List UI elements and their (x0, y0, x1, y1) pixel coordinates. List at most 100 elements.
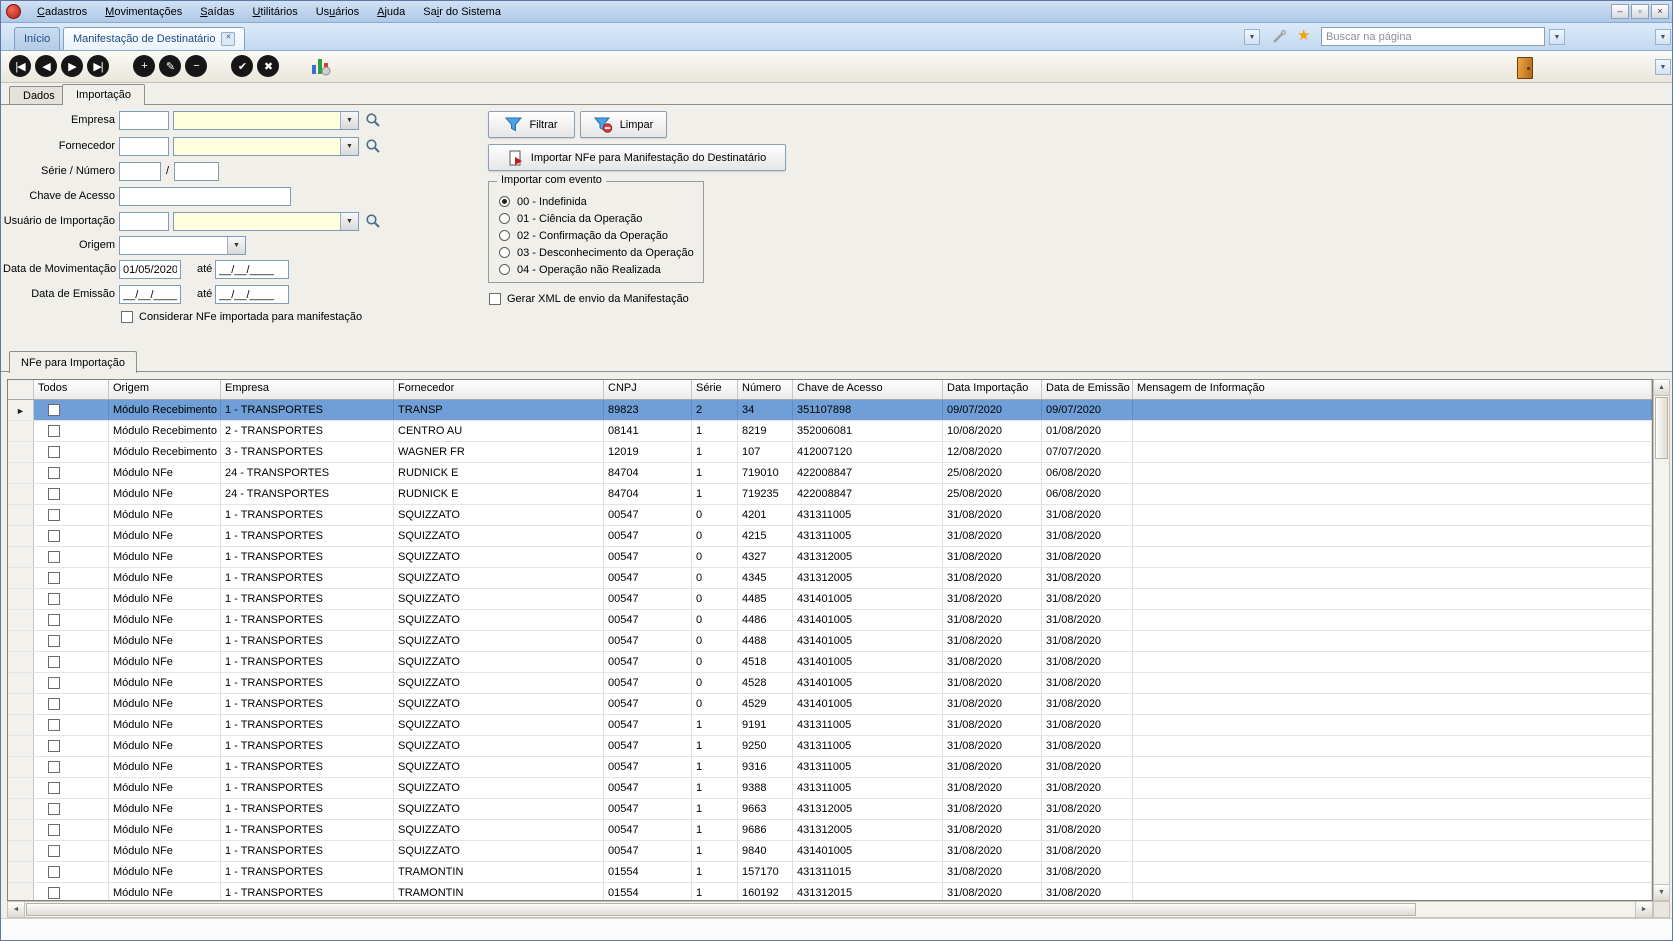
data-emissao-fim-input[interactable] (215, 285, 289, 304)
wand-icon[interactable] (1271, 29, 1287, 45)
menu-item-sair-do-sistema[interactable]: Sair do Sistema (414, 4, 510, 20)
scroll-right-button[interactable]: ► (1635, 902, 1652, 917)
table-row[interactable]: Módulo NFe1 - TRANSPORTESSQUIZZATO005470… (8, 526, 1652, 547)
evento-option-02-confirmacao-da-operacao[interactable]: 02 - Confirmação da Operação (489, 227, 703, 244)
table-row[interactable]: Módulo NFe24 - TRANSPORTESRUDNICK E84704… (8, 484, 1652, 505)
row-checkbox[interactable] (48, 425, 60, 437)
row-checkbox[interactable] (48, 530, 60, 542)
empresa-search-icon[interactable] (365, 112, 381, 128)
scroll-down-button[interactable]: ▼ (1654, 884, 1669, 900)
row-checkbox[interactable] (48, 677, 60, 689)
row-checkbox[interactable] (48, 635, 60, 647)
fornecedor-search-icon[interactable] (365, 138, 381, 154)
row-checkbox[interactable] (48, 572, 60, 584)
table-row[interactable]: Módulo NFe1 - TRANSPORTESSQUIZZATO005471… (8, 778, 1652, 799)
row-checkbox[interactable] (48, 740, 60, 752)
importar-nfe-button[interactable]: Importar NFe para Manifestação do Destin… (488, 144, 786, 171)
evento-option-01-ciencia-da-operacao[interactable]: 01 - Ciência da Operação (489, 210, 703, 227)
chevron-down-icon[interactable]: ▼ (340, 112, 358, 129)
next-record-button[interactable]: ▶ (61, 55, 83, 77)
data-emissao-inicio-input[interactable] (119, 285, 181, 304)
table-row[interactable]: Módulo NFe1 - TRANSPORTESSQUIZZATO005470… (8, 652, 1652, 673)
data-movimentacao-inicio-input[interactable] (119, 260, 181, 279)
evento-option-00-indefinida[interactable]: 00 - Indefinida (489, 193, 703, 210)
table-row[interactable]: Módulo NFe1 - TRANSPORTESSQUIZZATO005471… (8, 715, 1652, 736)
tab-dados[interactable]: Dados (9, 86, 69, 104)
row-checkbox[interactable] (48, 488, 60, 500)
prior-record-button[interactable]: ◀ (35, 55, 57, 77)
chart-button[interactable] (309, 54, 333, 78)
row-checkbox[interactable] (48, 656, 60, 668)
tabstrip-overflow-button[interactable]: ▼ (1655, 29, 1671, 45)
horizontal-scroll-thumb[interactable] (26, 903, 1416, 916)
vertical-scrollbar[interactable]: ▲ ▼ (1653, 379, 1670, 901)
table-row[interactable]: ►Módulo Recebimento1 - TRANSPORTESTRANSP… (8, 400, 1652, 421)
row-checkbox[interactable] (48, 551, 60, 563)
row-checkbox[interactable] (48, 404, 60, 416)
filtrar-button[interactable]: Filtrar (488, 111, 575, 138)
scroll-up-button[interactable]: ▲ (1654, 380, 1669, 396)
menu-item-cadastros[interactable]: Cadastros (28, 4, 96, 20)
table-row[interactable]: Módulo NFe1 - TRANSPORTESSQUIZZATO005471… (8, 820, 1652, 841)
tab-inicio[interactable]: Início (14, 27, 60, 50)
row-checkbox[interactable] (48, 866, 60, 878)
row-checkbox[interactable] (48, 593, 60, 605)
column-header-mensagem-de-informacao[interactable]: Mensagem de Informação (1133, 380, 1652, 399)
considerar-nfe-checkbox-row[interactable]: Considerar NFe importada para manifestaç… (121, 311, 362, 323)
table-row[interactable]: Módulo NFe1 - TRANSPORTESSQUIZZATO005470… (8, 694, 1652, 715)
table-row[interactable]: Módulo Recebimento2 - TRANSPORTESCENTRO … (8, 421, 1652, 442)
tab-list-dropdown-button[interactable]: ▼ (1244, 29, 1260, 45)
tab-close-icon[interactable]: ✕ (221, 32, 235, 46)
row-checkbox[interactable] (48, 614, 60, 626)
column-header-todos[interactable]: Todos (34, 380, 109, 399)
menu-item-utilitarios[interactable]: Utilitários (243, 4, 306, 20)
insert-record-button[interactable]: + (133, 55, 155, 77)
table-row[interactable]: Módulo NFe1 - TRANSPORTESSQUIZZATO005470… (8, 547, 1652, 568)
row-checkbox[interactable] (48, 719, 60, 731)
last-record-button[interactable]: ▶| (87, 55, 109, 77)
row-checkbox[interactable] (48, 698, 60, 710)
cancel-button[interactable]: ✖ (257, 55, 279, 77)
table-row[interactable]: Módulo NFe1 - TRANSPORTESTRAMONTIN015541… (8, 883, 1652, 900)
close-button[interactable]: × (1651, 4, 1669, 19)
tab-importacao[interactable]: Importação (62, 84, 145, 105)
table-row[interactable]: Módulo NFe1 - TRANSPORTESSQUIZZATO005470… (8, 505, 1652, 526)
chave-acesso-input[interactable] (119, 187, 291, 206)
row-checkbox[interactable] (48, 824, 60, 836)
chevron-down-icon[interactable]: ▼ (340, 213, 358, 230)
table-row[interactable]: Módulo NFe1 - TRANSPORTESSQUIZZATO005471… (8, 757, 1652, 778)
fornecedor-combo[interactable]: ▼ (173, 137, 359, 156)
row-checkbox[interactable] (48, 845, 60, 857)
search-options-button[interactable]: ▼ (1549, 29, 1565, 45)
edit-record-button[interactable]: ✎ (159, 55, 181, 77)
column-header-data-de-emissao[interactable]: Data de Emissão (1042, 380, 1133, 399)
column-header-data-importacao[interactable]: Data Importação (943, 380, 1042, 399)
scroll-left-button[interactable]: ◄ (8, 902, 25, 917)
origem-combo[interactable]: ▼ (119, 236, 246, 255)
vertical-scroll-thumb[interactable] (1655, 397, 1668, 459)
column-header-cnpj[interactable]: CNPJ (604, 380, 692, 399)
empresa-code-input[interactable] (119, 111, 169, 130)
column-header-numero[interactable]: Número (738, 380, 793, 399)
evento-option-03-desconhecimento-da-operacao[interactable]: 03 - Desconhecimento da Operação (489, 244, 703, 261)
column-header-fornecedor[interactable]: Fornecedor (394, 380, 604, 399)
table-row[interactable]: Módulo NFe1 - TRANSPORTESSQUIZZATO005471… (8, 736, 1652, 757)
table-row[interactable]: Módulo NFe1 - TRANSPORTESTRAMONTIN015541… (8, 862, 1652, 883)
toolbar-overflow-button[interactable]: ▼ (1655, 59, 1671, 75)
row-checkbox[interactable] (48, 803, 60, 815)
confirm-button[interactable]: ✔ (231, 55, 253, 77)
favorite-star-icon[interactable]: ★ (1297, 28, 1310, 43)
row-checkbox[interactable] (48, 887, 60, 899)
first-record-button[interactable]: |◀ (9, 55, 31, 77)
chevron-down-icon[interactable]: ▼ (340, 138, 358, 155)
tab-manifestacao-destinatario[interactable]: Manifestação de Destinatário ✕ (63, 27, 245, 50)
row-checkbox[interactable] (48, 446, 60, 458)
menu-item-movimentacoes[interactable]: Movimentações (96, 4, 191, 20)
gerar-xml-checkbox-row[interactable]: Gerar XML de envio da Manifestação (489, 293, 689, 305)
table-row[interactable]: Módulo NFe1 - TRANSPORTESSQUIZZATO005470… (8, 589, 1652, 610)
menu-item-ajuda[interactable]: Ajuda (368, 4, 414, 20)
evento-option-04-operacao-nao-realizada[interactable]: 04 - Operação não Realizada (489, 261, 703, 278)
column-header-origem[interactable]: Origem (109, 380, 221, 399)
table-row[interactable]: Módulo NFe1 - TRANSPORTESSQUIZZATO005470… (8, 673, 1652, 694)
table-row[interactable]: Módulo NFe1 - TRANSPORTESSQUIZZATO005470… (8, 610, 1652, 631)
